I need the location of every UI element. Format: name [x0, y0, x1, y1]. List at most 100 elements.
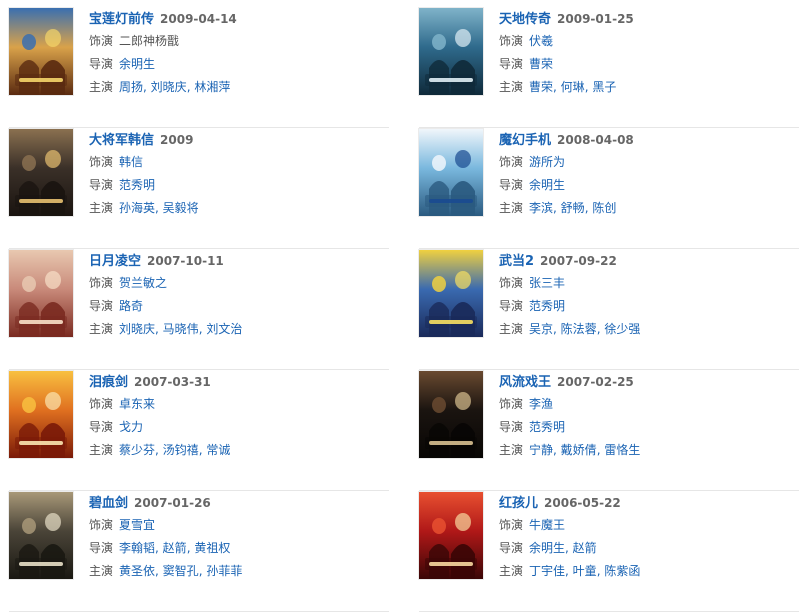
role-link[interactable]: 李渔 — [529, 397, 553, 411]
cast-name-link[interactable]: 孙菲菲 — [206, 564, 242, 578]
director-name-link[interactable]: 李翰韬 — [119, 541, 155, 555]
film-poster[interactable] — [419, 492, 483, 579]
cast-name-link[interactable]: 马晓伟 — [163, 322, 199, 336]
cast-name-link[interactable]: 窦智孔 — [163, 564, 199, 578]
director-name-link[interactable]: 范秀明 — [119, 178, 155, 192]
cast-name-link[interactable]: 戴娇倩 — [561, 443, 597, 457]
cast-name-link[interactable]: 吴毅将 — [163, 201, 199, 215]
director-name-link[interactable]: 戈力 — [119, 420, 143, 434]
film-poster[interactable] — [9, 129, 73, 216]
director-name-link[interactable]: 赵箭 — [573, 541, 597, 555]
film-poster[interactable] — [419, 371, 483, 458]
director-name-link[interactable]: 范秀明 — [529, 299, 565, 313]
film-entry: 泪痕剑 2007-03-31 饰演 卓东来 导演 戈力 主演 蔡少芬, 汤钧禧, 常诚 — [9, 371, 389, 491]
film-poster[interactable] — [9, 8, 73, 95]
film-title-link[interactable]: 日月凌空 — [89, 254, 141, 269]
cast-name-link[interactable]: 雷恪生 — [604, 443, 640, 457]
film-entry: 大将军韩信 2009 饰演 韩信 导演 范秀明 主演 孙海英, 吴毅将 — [9, 129, 389, 249]
film-entry: 日月凌空 2007-10-11 饰演 贺兰敏之 导演 路奇 主演 刘晓庆, 马晓伟, 刘… — [9, 250, 389, 370]
release-date: 2007-02-25 — [557, 375, 634, 389]
film-title-link[interactable]: 泪痕剑 — [89, 375, 128, 390]
film-poster[interactable] — [9, 492, 73, 579]
cast-name-link[interactable]: 黄圣依 — [119, 564, 155, 578]
role-label: 饰演 — [89, 276, 114, 290]
role-link[interactable]: 韩信 — [119, 155, 143, 169]
director-name-link[interactable]: 余明生 — [119, 57, 155, 71]
role-link[interactable]: 卓东来 — [119, 397, 155, 411]
release-date: 2007-10-11 — [147, 254, 224, 268]
film-poster[interactable] — [419, 129, 483, 216]
cast-name-link[interactable]: 徐少强 — [604, 322, 640, 336]
cast-name-link[interactable]: 吴京 — [529, 322, 553, 336]
film-title-link[interactable]: 天地传奇 — [499, 12, 551, 27]
director-label: 导演 — [499, 178, 524, 192]
cast-name-link[interactable]: 周扬 — [119, 80, 143, 94]
cast-name-link[interactable]: 李滨 — [529, 201, 553, 215]
poster-artwork — [419, 8, 483, 95]
director-label: 导演 — [89, 420, 114, 434]
cast-label: 主演 — [89, 201, 114, 215]
cast-name-link[interactable]: 叶童 — [573, 564, 597, 578]
role-link[interactable]: 夏雪宜 — [119, 518, 155, 532]
cast-name-link[interactable]: 陈创 — [592, 201, 616, 215]
film-title-link[interactable]: 大将军韩信 — [89, 133, 154, 148]
film-entry: 宝莲灯前传 2009-04-14 饰演 二郎神杨戬 导演 余明生 主演 周扬, 刘晓庆,… — [9, 8, 389, 128]
cast-name-link[interactable]: 汤钧禧 — [163, 443, 199, 457]
cast-name-link[interactable]: 宁静 — [529, 443, 553, 457]
name-separator: , — [155, 564, 163, 578]
director-name-link[interactable]: 余明生 — [529, 541, 565, 555]
film-title-link[interactable]: 碧血剑 — [89, 496, 128, 511]
cast-name-link[interactable]: 何琳 — [561, 80, 585, 94]
cast-name-link[interactable]: 黑子 — [592, 80, 616, 94]
director-name-link[interactable]: 曹荣 — [529, 57, 553, 71]
role-link[interactable]: 贺兰敏之 — [119, 276, 167, 290]
director-name-link[interactable]: 余明生 — [529, 178, 565, 192]
cast-list: 丁宇佳, 叶童, 陈紫函 — [529, 564, 640, 578]
role-link[interactable]: 游所为 — [529, 155, 565, 169]
director-name-link[interactable]: 路奇 — [119, 299, 143, 313]
cast-name-link[interactable]: 孙海英 — [119, 201, 155, 215]
director-list: 余明生 — [119, 57, 155, 71]
cast-list: 黄圣依, 窦智孔, 孙菲菲 — [119, 564, 242, 578]
film-poster[interactable] — [9, 250, 73, 337]
cast-name-link[interactable]: 林湘萍 — [194, 80, 230, 94]
cast-name-link[interactable]: 刘文治 — [206, 322, 242, 336]
film-title-link[interactable]: 武当2 — [499, 254, 534, 269]
cast-name-link[interactable]: 刘晓庆 — [151, 80, 187, 94]
cast-name-link[interactable]: 曹荣 — [529, 80, 553, 94]
release-date: 2008-04-08 — [557, 133, 634, 147]
director-label: 导演 — [499, 541, 524, 555]
cast-name-link[interactable]: 蔡少芬 — [119, 443, 155, 457]
film-title-link[interactable]: 魔幻手机 — [499, 133, 551, 148]
cast-list: 刘晓庆, 马晓伟, 刘文治 — [119, 322, 242, 336]
cast-name-link[interactable]: 刘晓庆 — [119, 322, 155, 336]
film-poster[interactable] — [419, 8, 483, 95]
role-link[interactable]: 伏羲 — [529, 34, 553, 48]
cast-name-link[interactable]: 舒畅 — [561, 201, 585, 215]
poster-artwork — [419, 492, 483, 579]
role-link[interactable]: 张三丰 — [529, 276, 565, 290]
poster-artwork — [9, 8, 73, 95]
name-separator: , — [155, 201, 163, 215]
film-poster[interactable] — [419, 250, 483, 337]
name-separator: , — [155, 443, 163, 457]
cast-label: 主演 — [499, 322, 524, 336]
film-poster[interactable] — [9, 371, 73, 458]
film-title-link[interactable]: 红孩儿 — [499, 496, 538, 511]
director-name-link[interactable]: 赵箭 — [163, 541, 187, 555]
cast-label: 主演 — [89, 80, 114, 94]
cast-name-link[interactable]: 丁宇佳 — [529, 564, 565, 578]
film-title-link[interactable]: 风流戏王 — [499, 375, 551, 390]
film-entry: 天地传奇 2009-01-25 饰演 伏羲 导演 曹荣 主演 曹荣, 何琳, 黑子 — [419, 8, 799, 128]
film-entry: 红孩儿 2006-05-22 饰演 牛魔王 导演 余明生, 赵箭 主演 丁宇佳, 叶童,… — [419, 492, 799, 612]
cast-list: 李滨, 舒畅, 陈创 — [529, 201, 616, 215]
release-date: 2009-01-25 — [557, 12, 634, 26]
director-name-link[interactable]: 范秀明 — [529, 420, 565, 434]
cast-name-link[interactable]: 陈紫函 — [604, 564, 640, 578]
cast-name-link[interactable]: 陈法蓉 — [561, 322, 597, 336]
cast-name-link[interactable]: 常诚 — [206, 443, 230, 457]
film-title-link[interactable]: 宝莲灯前传 — [89, 12, 154, 27]
director-name-link[interactable]: 黄祖权 — [194, 541, 230, 555]
role-link[interactable]: 牛魔王 — [529, 518, 565, 532]
poster-artwork — [419, 371, 483, 458]
